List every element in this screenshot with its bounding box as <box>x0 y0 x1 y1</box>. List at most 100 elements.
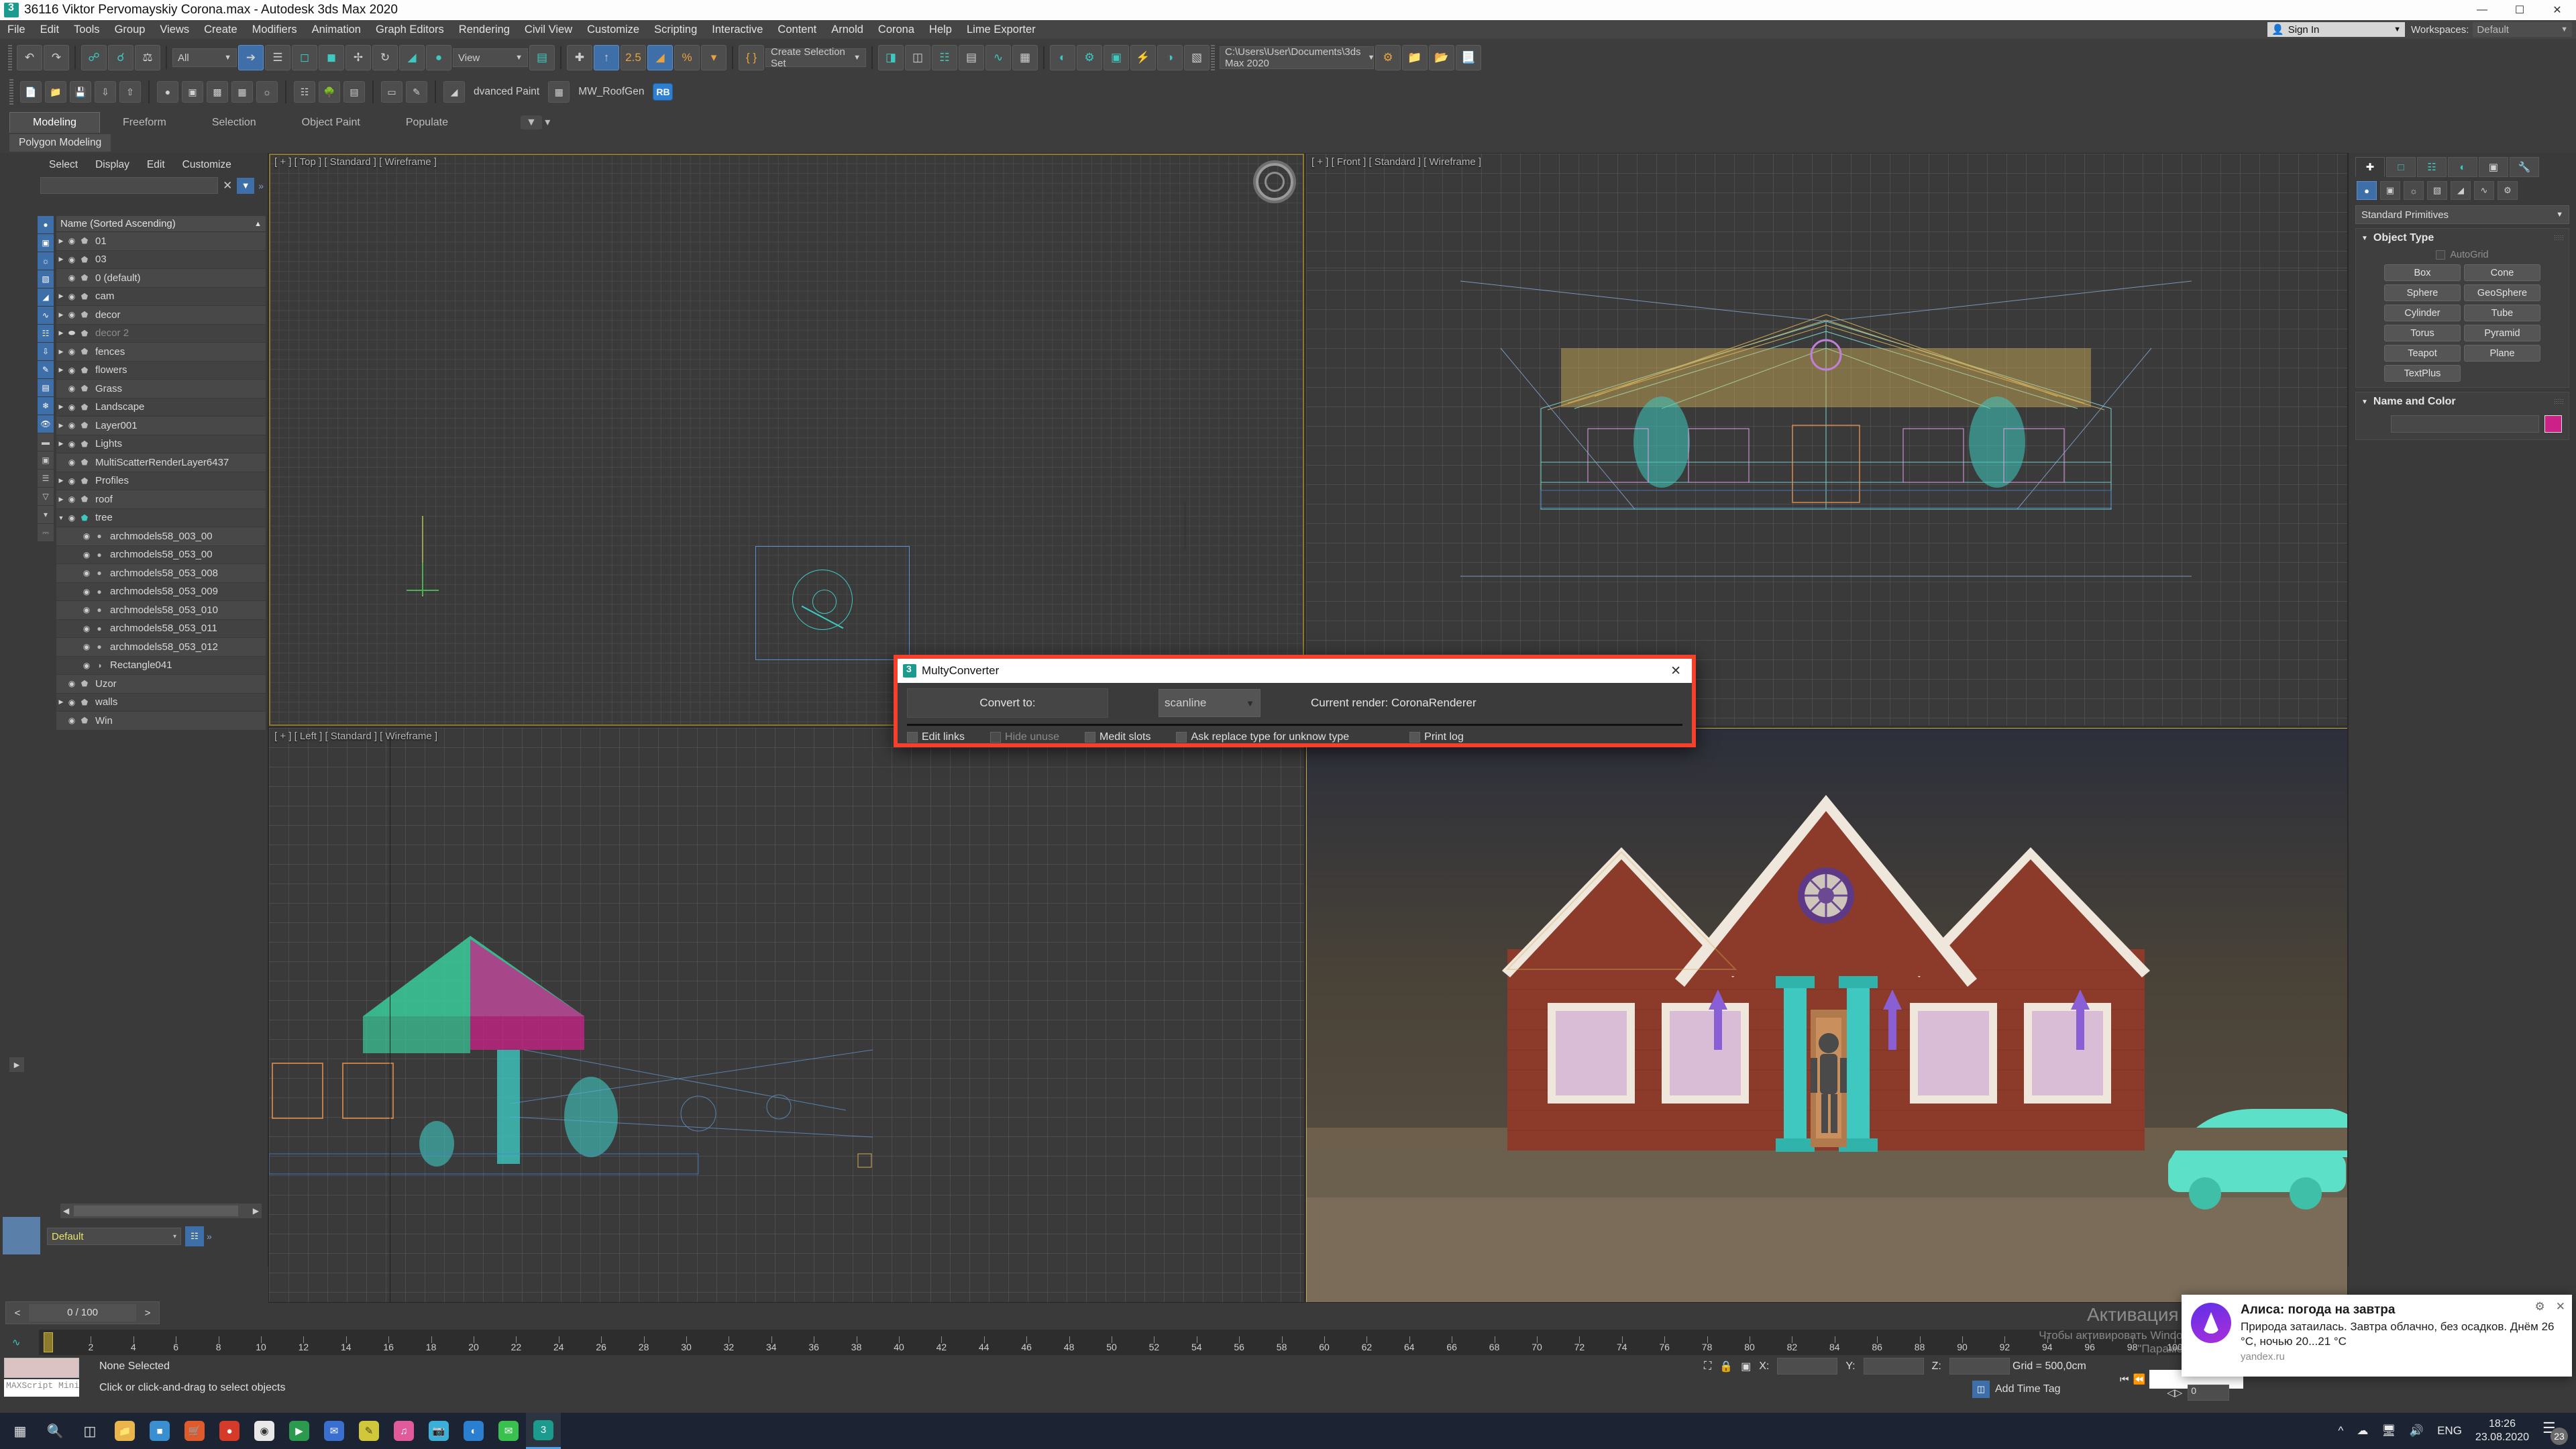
ribbon-options-icon[interactable]: ▼ ▾ <box>498 111 573 133</box>
menu-item-customize[interactable]: Customize <box>580 21 647 39</box>
primitive-button-cone[interactable]: Cone <box>2464 264 2540 281</box>
menu-item-help[interactable]: Help <box>922 21 959 39</box>
volume-icon[interactable]: 🔊 <box>2410 1424 2424 1438</box>
gear-icon[interactable]: ⚙ <box>2535 1300 2545 1313</box>
onedrive-icon[interactable]: ☁ <box>2357 1424 2368 1438</box>
display-tab[interactable]: ▣ <box>2479 157 2508 177</box>
script-tool-button[interactable]: ✎ <box>406 81 427 103</box>
sign-in-button[interactable]: 👤 Sign In ▼ <box>2267 22 2405 37</box>
multiscatter-button[interactable]: ☷ <box>294 81 315 103</box>
shapes-cat-icon[interactable]: ▣ <box>2380 181 2400 200</box>
explorer-row[interactable]: ◉ ⬟ 0 (default) <box>56 269 266 287</box>
add-time-tag[interactable]: ◫ Add Time Tag <box>1972 1381 2061 1398</box>
store-icon[interactable]: ■ <box>142 1413 177 1449</box>
key-stepper[interactable]: ◁▷ 0 <box>2167 1385 2230 1401</box>
primitive-button-plane[interactable]: Plane <box>2464 345 2540 362</box>
primitive-button-tube[interactable]: Tube <box>2464 305 2540 321</box>
filter-cameras-icon[interactable]: ▧ <box>38 270 54 288</box>
expand-triangle-icon[interactable]: ▶ <box>56 496 66 503</box>
rayfire-badge-icon[interactable]: RB <box>653 83 674 101</box>
window-crossing-button[interactable]: ◼ <box>319 45 344 70</box>
cameras-cat-icon[interactable]: ▧ <box>2427 181 2447 200</box>
filter-bones-icon[interactable]: ✎ <box>38 361 54 378</box>
yandex-notification[interactable]: Алиса: погода на завтра Природа затаилас… <box>2182 1295 2572 1377</box>
explorer-row[interactable]: ◉ ● archmodels58_053_008 <box>56 564 266 582</box>
checkbox-box[interactable] <box>1409 732 1421 743</box>
project-path-combo[interactable]: C:\Users\User\Documents\3ds Max 2020 ▼ <box>1220 46 1375 69</box>
roofgen-icon[interactable]: ▦ <box>548 81 570 103</box>
eye-visible-icon[interactable]: ◉ <box>66 458 78 467</box>
corona-render-button[interactable]: ● <box>157 81 178 103</box>
hierarchy-tab[interactable]: ☷ <box>2417 157 2447 177</box>
clear-search-icon[interactable]: ✕ <box>221 179 234 193</box>
layer-more-icon[interactable]: » <box>207 1231 212 1242</box>
set-project-button[interactable]: 📃 <box>1456 45 1481 70</box>
key-value[interactable]: 0 <box>2188 1385 2230 1401</box>
max-taskbar-icon[interactable]: 3 <box>526 1413 561 1449</box>
select-link-button[interactable]: ☍ <box>81 45 107 70</box>
task-view-icon[interactable]: ◫ <box>72 1413 107 1449</box>
expand-triangle-icon[interactable]: ▶ <box>56 256 66 263</box>
geometry-cat-icon[interactable]: ● <box>2357 181 2377 200</box>
expand-triangle-icon[interactable]: ▶ <box>56 440 66 447</box>
explorer-row[interactable]: ▶ ◉ ⬟ decor <box>56 306 266 324</box>
explorer-row[interactable]: ◉ ● archmodels58_053_011 <box>56 619 266 637</box>
close-icon[interactable]: ✕ <box>2556 1300 2565 1313</box>
lights-cat-icon[interactable]: ☼ <box>2404 181 2424 200</box>
toggle-ribbon-button[interactable]: ▤ <box>959 45 984 70</box>
explorer-row[interactable]: ▶ ◉ ⬟ Landscape <box>56 398 266 416</box>
mirror-button[interactable]: ◨ <box>878 45 904 70</box>
expand-triangle-icon[interactable]: ▶ <box>56 477 66 484</box>
viewport-front[interactable]: [ + ] [ Front ] [ Standard ] [ Wireframe… <box>1305 153 2348 727</box>
explorer-row[interactable]: ▼ ◉ ⬟ tree <box>56 508 266 527</box>
primitive-category-dropdown[interactable]: Standard Primitives ▼ <box>2355 205 2569 224</box>
filter-spacewarps-icon[interactable]: ∿ <box>38 307 54 324</box>
select-by-name-button[interactable]: ☰ <box>265 45 290 70</box>
container-icon[interactable]: ⎓ <box>38 524 54 541</box>
explorer-row[interactable]: ◉ ● archmodels58_003_00 <box>56 527 266 545</box>
asset-tracking-button[interactable]: ⚙ <box>1375 45 1401 70</box>
absolute-relative-icon[interactable]: ▣ <box>1741 1360 1751 1373</box>
clock[interactable]: 18:26 23.08.2020 <box>2475 1417 2529 1444</box>
create-tab[interactable]: ✚ <box>2355 157 2385 177</box>
filter-xrefs-icon[interactable]: ⇩ <box>38 343 54 360</box>
edge-icon[interactable]: ◐ <box>456 1413 491 1449</box>
primitive-button-teapot[interactable]: Teapot <box>2384 345 2461 362</box>
prev-frame-button[interactable]: < <box>6 1307 29 1319</box>
eye-visible-icon[interactable]: ◉ <box>66 236 78 246</box>
menu-item-rendering[interactable]: Rendering <box>451 21 517 39</box>
explorer-row-list[interactable]: ▶ ◉ ⬟ 01 ▶ ◉ ⬟ 03 ◉ ⬟ 0 (default) ▶ ◉ ⬟ cam ▶ ◉ ⬟ decor ▶ ⬬ ⬟… <box>56 232 266 1111</box>
expand-triangle-icon[interactable]: ▶ <box>56 348 66 356</box>
modify-tab[interactable]: □ <box>2386 157 2416 177</box>
primitive-button-cylinder[interactable]: Cylinder <box>2384 305 2461 321</box>
file-explorer-icon[interactable]: 📁 <box>107 1413 142 1449</box>
select-and-rotate-button[interactable]: ↻ <box>372 45 398 70</box>
autogrid-checkbox-row[interactable]: AutoGrid <box>2356 248 2569 264</box>
checkbox-ask-replace-type-for-unknow-type[interactable]: Ask replace type for unknow type <box>1176 731 1349 743</box>
explorer-search-input[interactable] <box>40 177 219 194</box>
eye-visible-icon[interactable]: ◉ <box>66 716 78 725</box>
eye-visible-icon[interactable]: ◉ <box>66 384 78 393</box>
unlink-button[interactable]: ☌ <box>108 45 133 70</box>
filter-icon[interactable]: ▼ <box>237 177 255 194</box>
explorer-row[interactable]: ◉ ⬟ Grass <box>56 380 266 398</box>
explorer-row[interactable]: ◉ ● archmodels58_053_010 <box>56 601 266 619</box>
roofgen-label[interactable]: MW_RoofGen <box>573 86 649 98</box>
redo-button[interactable]: ↷ <box>44 45 69 70</box>
menu-item-group[interactable]: Group <box>107 21 153 39</box>
reference-coord-combo[interactable]: View ▼ <box>453 48 528 67</box>
start-button[interactable]: ▦ <box>3 1413 38 1449</box>
dialog-close-button[interactable]: ✕ <box>1665 663 1686 679</box>
frame-counter[interactable]: < 0 / 100 > <box>5 1301 160 1324</box>
corona-proxy-button[interactable]: ▩ <box>207 81 228 103</box>
explorer-row[interactable]: ▶ ◉ ⬟ cam <box>56 287 266 305</box>
primitive-button-torus[interactable]: Torus <box>2384 325 2461 341</box>
collapse-triangle-icon[interactable]: ▼ <box>56 515 66 521</box>
convert-to-button[interactable]: Convert to: <box>907 688 1108 718</box>
eye-visible-icon[interactable]: ◉ <box>66 698 78 707</box>
explorer-row[interactable]: ▶ ◉ ⬟ 01 <box>56 232 266 250</box>
spinner-snap-button[interactable]: ◢ <box>647 45 673 70</box>
sort-ascending-icon[interactable]: ▲ <box>254 220 262 228</box>
object-type-header[interactable]: ▼ Object Type <box>2356 229 2569 248</box>
import-button[interactable]: ⇩ <box>95 81 116 103</box>
